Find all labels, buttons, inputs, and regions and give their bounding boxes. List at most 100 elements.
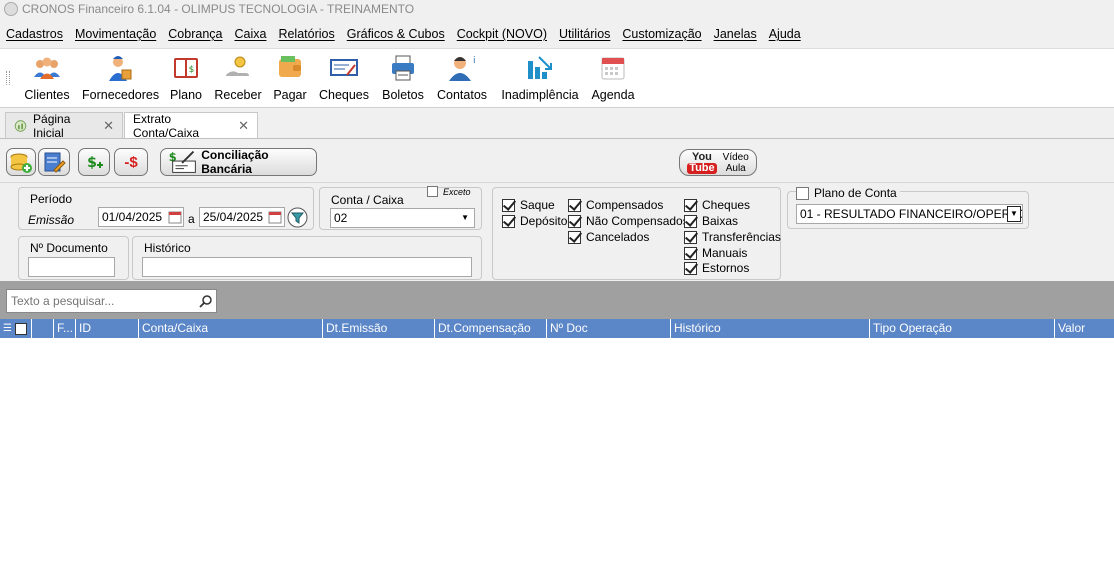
column-header-id[interactable]: ID: [76, 319, 139, 338]
pagar-button[interactable]: Pagar: [270, 53, 310, 105]
calendar-icon: [601, 57, 625, 80]
coins-add-icon: [10, 153, 32, 173]
baixas-checkbox[interactable]: Baixas: [684, 214, 738, 228]
search-input[interactable]: [7, 290, 195, 312]
svg-text:$: $: [87, 155, 97, 171]
boletos-button[interactable]: Boletos: [380, 53, 426, 105]
column-header-historico[interactable]: Histórico: [671, 319, 870, 338]
tipo-lancamento-group: Saque Depósito Compensados Não Compensad…: [492, 187, 781, 280]
estornos-checkbox[interactable]: Estornos: [684, 261, 749, 275]
select-all-checkbox[interactable]: [14, 322, 27, 335]
title-bar: CRONOS Financeiro 6.1.04 - OLIMPUS TECNO…: [0, 0, 1114, 18]
grid-header: ☰ F... ID Conta/Caixa Dt.Emissão Dt.Comp…: [0, 319, 1114, 338]
add-entry-button[interactable]: [6, 148, 36, 176]
menu-utilitarios[interactable]: Utilitários: [553, 24, 616, 44]
money-in-icon: $: [87, 155, 103, 171]
nao-compensados-checkbox[interactable]: Não Compensados: [568, 214, 689, 228]
contatos-button[interactable]: i Contatos: [434, 53, 490, 105]
filter-funnel-icon[interactable]: [287, 207, 308, 228]
grid-select-column[interactable]: ☰: [0, 319, 32, 338]
periodo-group: Período Emissão 01/04/2025 a 25/04/2025: [18, 187, 314, 230]
column-header-dt-emissao[interactable]: Dt.Emissão: [323, 319, 435, 338]
historico-group: Histórico: [132, 236, 482, 280]
printer-icon: [392, 55, 414, 81]
inadimplencia-button[interactable]: Inadimplência: [500, 53, 580, 105]
money-out-icon: -$: [124, 153, 138, 171]
plano-conta-group: Plano de Conta 01 - RESULTADO FINANCEIRO…: [787, 186, 1029, 229]
compensados-checkbox[interactable]: Compensados: [568, 198, 663, 212]
calendar-picker-icon[interactable]: [168, 210, 182, 224]
agenda-button[interactable]: Agenda: [588, 53, 638, 105]
action-bar: $ -$ $ Conciliação Bancária You Tube Víd…: [0, 138, 1114, 182]
cheque-icon: [330, 59, 358, 76]
credit-button[interactable]: $: [78, 148, 110, 176]
wallet-icon: [279, 56, 301, 77]
menu-movimentacao[interactable]: Movimentação: [69, 24, 162, 44]
menu-lines-icon[interactable]: ☰: [3, 319, 12, 338]
contact-icon: i: [449, 56, 476, 81]
search-box: [6, 289, 217, 313]
calendar-picker-icon[interactable]: [268, 210, 282, 224]
menu-customizacao[interactable]: Customização: [616, 24, 707, 44]
close-tab-icon[interactable]: ✕: [238, 118, 249, 134]
menu-caixa[interactable]: Caixa: [228, 24, 272, 44]
plano-conta-select[interactable]: 01 - RESULTADO FINANCEIRO/OPERACIO ▼: [796, 204, 1023, 224]
menu-ajuda[interactable]: Ajuda: [763, 24, 807, 44]
main-toolbar: Clientes Fornecedores $ Plano Receber Pa…: [0, 48, 1114, 108]
plano-button[interactable]: $ Plano: [166, 53, 206, 105]
numero-documento-input[interactable]: [28, 257, 115, 277]
window-title: CRONOS Financeiro 6.1.04 - OLIMPUS TECNO…: [22, 2, 415, 16]
plano-conta-checkbox[interactable]: Plano de Conta: [796, 186, 900, 200]
column-header-dt-compensacao[interactable]: Dt.Compensação: [435, 319, 547, 338]
menu-graficos[interactable]: Gráficos & Cubos: [341, 24, 451, 44]
manuais-checkbox[interactable]: Manuais: [684, 246, 747, 260]
tab-extrato-conta-caixa[interactable]: Extrato Conta/Caixa ✕: [124, 112, 258, 140]
app-icon: [4, 2, 18, 16]
receber-button[interactable]: Receber: [214, 53, 262, 105]
edit-document-icon: [44, 152, 66, 173]
deposito-checkbox[interactable]: Depósito: [502, 214, 567, 228]
column-header-tipo-operacao[interactable]: Tipo Operação: [870, 319, 1055, 338]
home-page-icon: [14, 119, 27, 132]
search-band: [0, 281, 1114, 319]
menu-cobranca[interactable]: Cobrança: [162, 24, 228, 44]
conciliacao-bancaria-button[interactable]: $ Conciliação Bancária: [160, 148, 317, 176]
grid-body: [0, 338, 1114, 561]
cheques-button[interactable]: Cheques: [318, 53, 370, 105]
edit-entry-button[interactable]: [38, 148, 70, 176]
toolbar-grip[interactable]: [6, 71, 10, 85]
conta-caixa-group: Conta / Caixa Exceto 02 ▼: [319, 186, 482, 230]
video-aula-button[interactable]: You Tube Vídeo Aula: [679, 149, 757, 176]
menu-cockpit[interactable]: Cockpit (NOVO): [451, 24, 553, 44]
chevron-down-icon: ▼: [461, 213, 469, 222]
search-icon[interactable]: [199, 294, 213, 308]
column-header-valor[interactable]: Valor: [1055, 319, 1114, 338]
cancelados-checkbox[interactable]: Cancelados: [568, 230, 649, 244]
receive-money-icon: [226, 56, 249, 76]
historico-input[interactable]: [142, 257, 472, 277]
fornecedores-button[interactable]: Fornecedores: [82, 53, 159, 105]
people-icon: [34, 57, 60, 79]
exceto-checkbox[interactable]: Exceto: [427, 186, 471, 197]
filter-panel: Período Emissão 01/04/2025 a 25/04/2025 …: [0, 182, 1114, 281]
close-tab-icon[interactable]: ✕: [103, 118, 114, 134]
menu-janelas[interactable]: Janelas: [708, 24, 763, 44]
conta-caixa-select[interactable]: 02 ▼: [330, 208, 475, 228]
tab-pagina-inicial[interactable]: Página Inicial ✕: [5, 112, 123, 140]
saque-checkbox[interactable]: Saque: [502, 198, 555, 212]
transferencias-checkbox[interactable]: Transferências: [684, 230, 781, 244]
bank-reconciliation-icon: $: [169, 150, 196, 173]
numero-documento-group: Nº Documento: [18, 236, 129, 280]
menu-cadastros[interactable]: Cadastros: [0, 24, 69, 44]
column-header-n-doc[interactable]: Nº Doc: [547, 319, 671, 338]
column-header-conta-caixa[interactable]: Conta/Caixa: [139, 319, 323, 338]
menu-relatorios[interactable]: Relatórios: [272, 24, 340, 44]
clientes-button[interactable]: Clientes: [24, 53, 70, 105]
debit-button[interactable]: -$: [114, 148, 148, 176]
column-header-f[interactable]: F...: [54, 319, 76, 338]
cheques-checkbox[interactable]: Cheques: [684, 198, 750, 212]
book-icon: $: [174, 58, 198, 78]
supplier-icon: [109, 56, 132, 81]
chevron-down-icon: ▼: [1007, 206, 1021, 222]
menu-bar: Cadastros Movimentação Cobrança Caixa Re…: [0, 24, 807, 44]
